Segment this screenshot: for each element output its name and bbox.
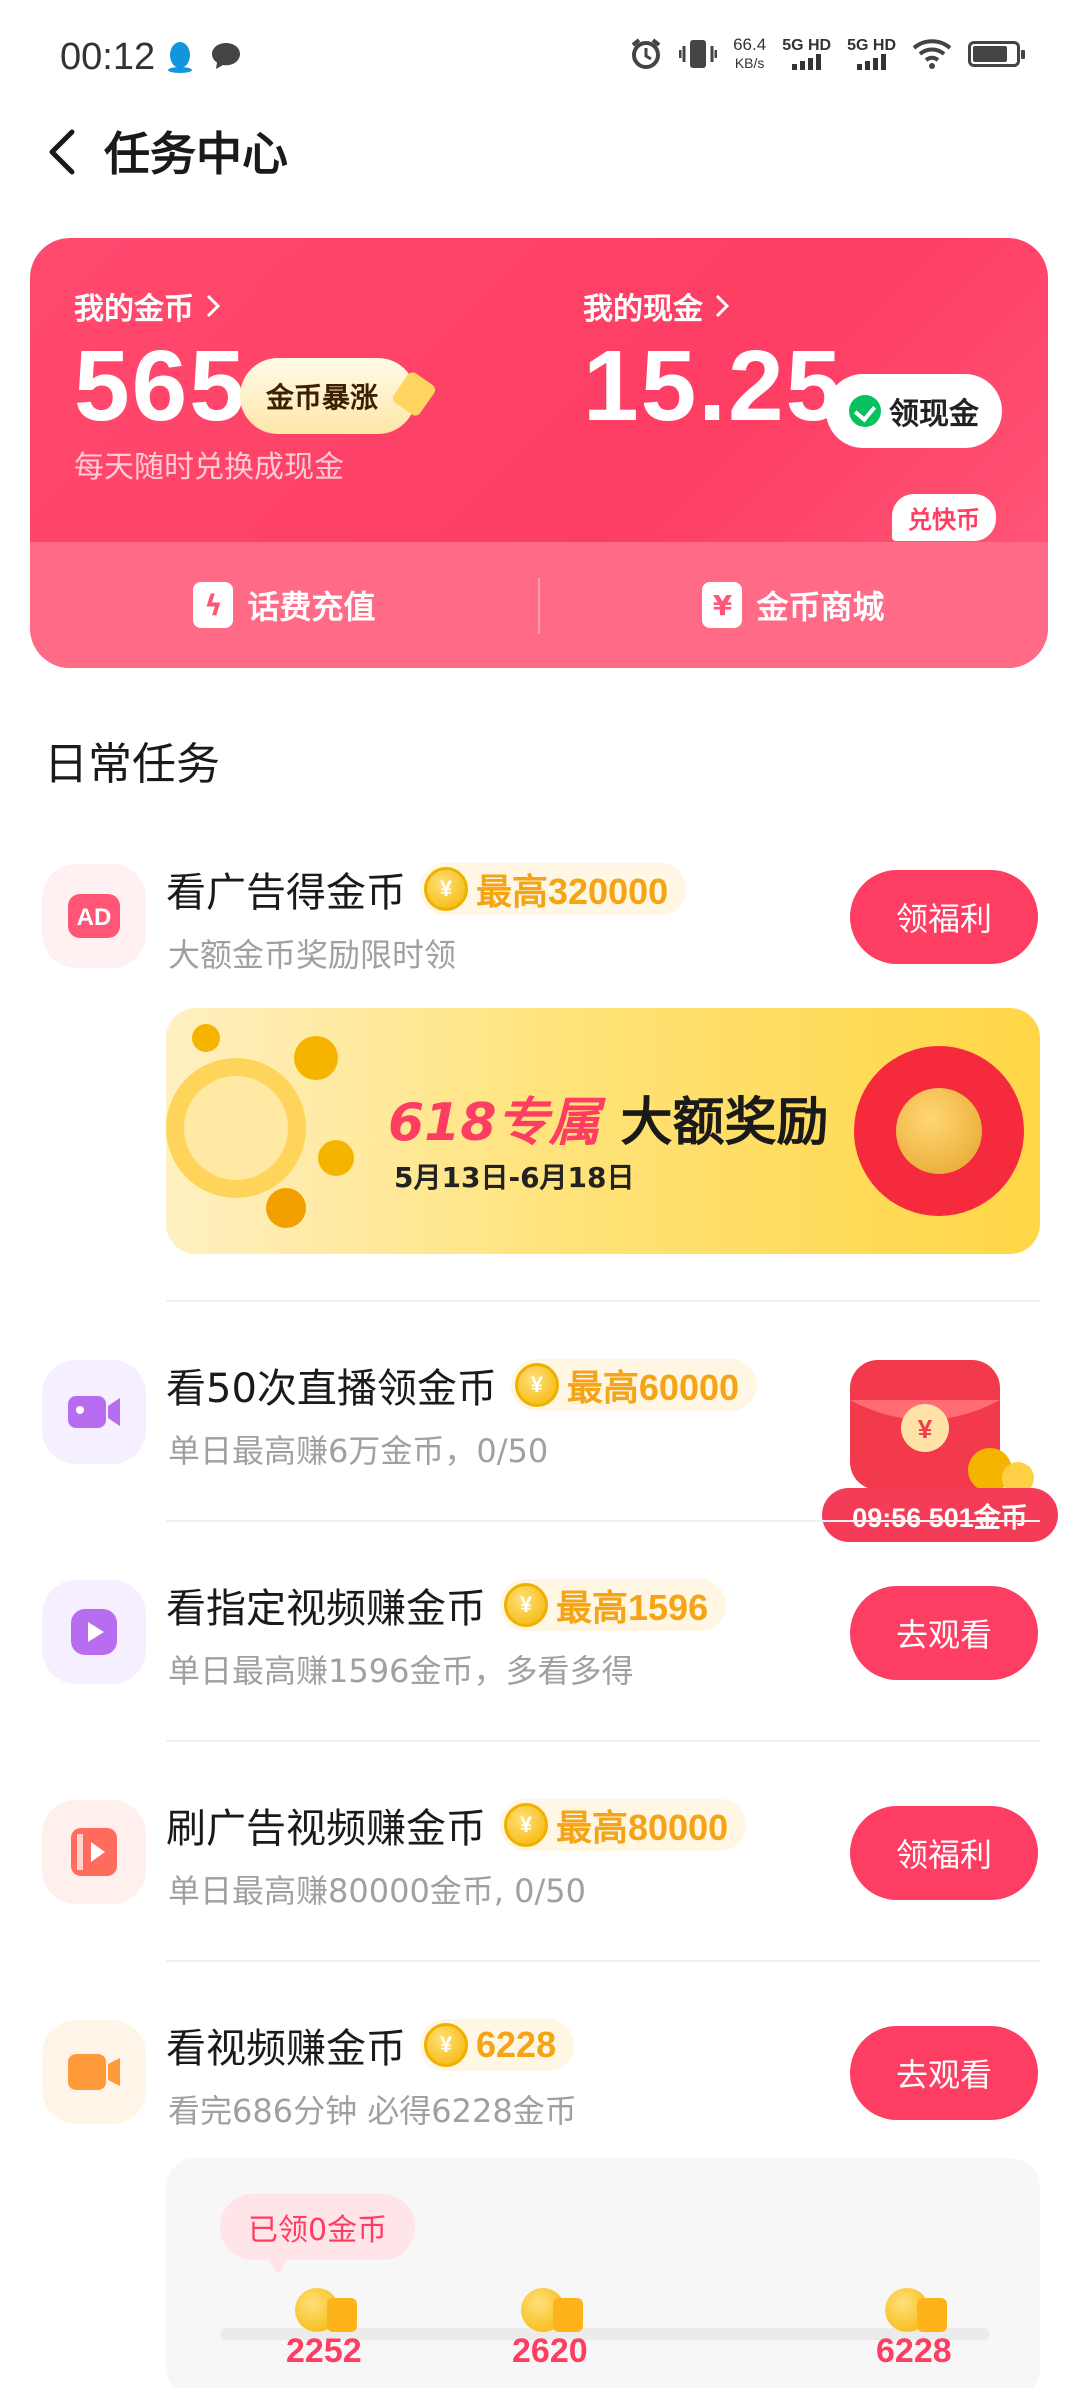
coin-icon: ¥ <box>504 1803 548 1847</box>
task-title: 刷广告视频赚金币 <box>166 1806 486 1852</box>
claimed-coins-tooltip: 已领0金币 <box>220 2194 416 2274</box>
video-camera-icon <box>68 2054 120 2090</box>
coin-icon: ¥ <box>424 867 468 911</box>
milestone[interactable]: 2620 <box>512 2286 588 2371</box>
exchange-badge: 兑快币 <box>892 494 996 541</box>
red-packet-icon[interactable]: ¥ <box>840 1350 1040 1500</box>
coin-stack-icon <box>289 2286 359 2336</box>
status-right: 66.4 KB/s 5G HD 5G HD <box>629 35 1025 72</box>
task-subtitle: 单日最高赚1596金币，多看多得 <box>168 1652 634 1690</box>
sim2-signal: 5G HD <box>847 38 896 70</box>
svg-text:AD: AD <box>77 904 112 931</box>
wifi-icon <box>912 39 952 69</box>
divider <box>166 1520 1040 1522</box>
task-subtitle: 单日最高赚6万金币，0/50 <box>168 1432 549 1470</box>
divider <box>166 1740 1040 1742</box>
status-bar: 00:12 66.4 KB/s 5G HD 5G HD <box>0 0 1080 120</box>
reward-badge: ¥ 最高1596 <box>500 1579 727 1631</box>
cash-value: 15.25 <box>583 330 844 442</box>
my-cash[interactable]: 我的现金 15.25 <box>583 284 843 436</box>
signal-bars-icon <box>857 54 887 70</box>
sim1-signal: 5G HD <box>782 38 831 70</box>
camera-icon <box>68 1396 120 1428</box>
milestone-value: 6228 <box>876 2332 952 2370</box>
milestone-value: 2252 <box>286 2332 362 2370</box>
task-subtitle: 大额金币奖励限时领 <box>168 936 457 974</box>
header: 任务中心 <box>0 110 1080 194</box>
play-icon <box>71 1609 117 1655</box>
task-icon: AD <box>42 864 146 968</box>
signal-bars-icon <box>792 54 822 70</box>
coin-icon: ¥ <box>514 1363 559 1407</box>
milestone[interactable]: 2252 <box>286 2286 362 2371</box>
network-speed: 66.4 KB/s <box>733 35 767 72</box>
notification-icons <box>165 40 243 74</box>
qq-icon <box>168 42 192 73</box>
red-coin-icon <box>854 1046 1024 1216</box>
coins-boom-tag[interactable]: 金币暴涨 <box>240 358 417 434</box>
coin-stack-icon <box>879 2286 949 2336</box>
section-title: 日常任务 <box>44 739 220 790</box>
banner-title: 大额奖励 <box>620 1093 829 1153</box>
banner-date: 5月13日-6月18日 <box>394 1161 635 1194</box>
phone-recharge-button[interactable]: ϟ 话费充值 <box>30 542 539 668</box>
coin-mall-button[interactable]: ¥ 金币商城 <box>539 542 1048 668</box>
milestone-value: 2620 <box>512 2332 588 2370</box>
divider <box>166 1960 1040 1962</box>
task-title: 看广告得金币 <box>166 870 406 916</box>
coin-icon: ¥ <box>504 1583 548 1627</box>
video-ad-icon <box>71 1828 117 1876</box>
reward-badge: ¥ 最高80000 <box>500 1799 747 1851</box>
coins-label: 我的金币 <box>74 292 194 327</box>
claim-benefit-button[interactable]: 领福利 <box>850 1806 1038 1900</box>
cash-label: 我的现金 <box>583 292 703 327</box>
task-subtitle: 单日最高赚80000金币, 0/50 <box>168 1872 587 1910</box>
claim-cash-button[interactable]: 领现金 <box>826 374 1002 448</box>
wallet-card: 我的金币 565 每天随时兑换成现金 金币暴涨 我的现金 15.25 领现金 ϟ… <box>30 238 1048 668</box>
divider <box>166 1300 1040 1302</box>
alarm-icon <box>631 38 661 69</box>
go-watch-button[interactable]: 去观看 <box>850 1586 1038 1680</box>
packet-countdown[interactable]: 09:56 501金币 <box>822 1488 1058 1542</box>
coin-icon: ¥ <box>424 2023 468 2067</box>
banner-highlight: 618专属 <box>388 1093 601 1153</box>
status-time: 00:12 <box>60 36 156 78</box>
coin-pile-icon <box>166 1024 354 1228</box>
watch-progress-panel: 已领0金币 2252 2620 6228 <box>166 2158 1040 2388</box>
promo-banner[interactable]: 618专属 大额奖励 5月13日-6月18日 <box>166 1008 1040 1254</box>
wechat-icon <box>849 395 881 427</box>
coin-stack-icon <box>515 2286 585 2336</box>
task-title: 看视频赚金币 <box>166 2026 406 2072</box>
ad-icon: AD <box>68 894 120 938</box>
ticket-icon: ¥ <box>702 582 743 628</box>
chevron-right-icon <box>206 294 221 318</box>
lightning-icon: ϟ <box>193 582 234 628</box>
svg-text:¥: ¥ <box>918 1414 933 1444</box>
task-subtitle: 看完686分钟 必得6228金币 <box>168 2092 577 2130</box>
task-icon <box>42 1580 146 1684</box>
page-title: 任务中心 <box>104 127 288 181</box>
reward-badge: ¥ 最高60000 <box>510 1359 758 1411</box>
reward-badge: ¥ 最高320000 <box>420 863 687 915</box>
vibrate-icon <box>679 40 718 68</box>
coins-subtitle: 每天随时兑换成现金 <box>74 450 344 485</box>
task-icon <box>42 1360 146 1464</box>
task-title: 看指定视频赚金币 <box>166 1586 486 1632</box>
reward-badge: ¥6228 <box>420 2019 575 2071</box>
battery-icon <box>968 41 1025 67</box>
message-icon <box>212 43 240 69</box>
back-arrow-icon[interactable] <box>36 122 96 182</box>
task-icon <box>42 1800 146 1904</box>
go-watch-button[interactable]: 去观看 <box>850 2026 1038 2120</box>
task-icon <box>42 2020 146 2124</box>
chevron-right-icon <box>715 294 730 318</box>
milestone[interactable]: 6228 <box>876 2286 952 2371</box>
claim-benefit-button[interactable]: 领福利 <box>850 870 1038 964</box>
task-title: 看50次直播领金币 <box>166 1366 497 1412</box>
